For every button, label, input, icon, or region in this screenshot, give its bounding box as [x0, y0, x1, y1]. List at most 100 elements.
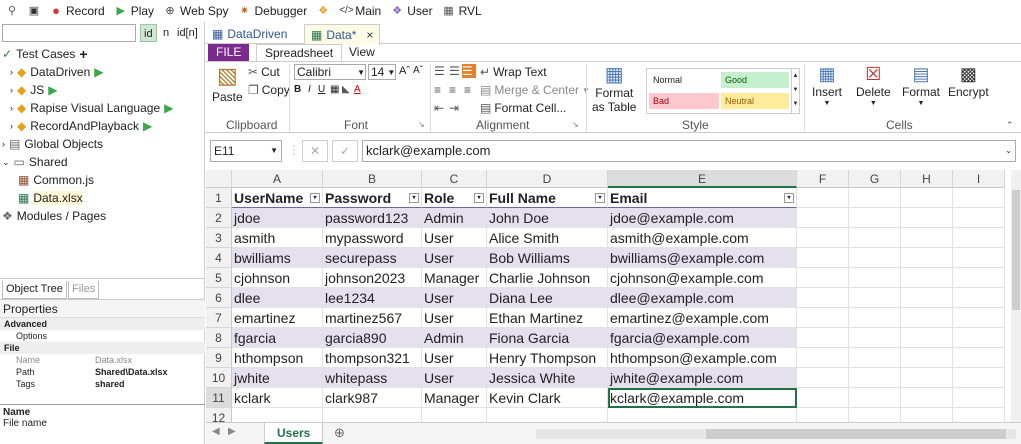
- rvl-button[interactable]: ▦ RVL: [441, 1, 488, 21]
- expand-icon[interactable]: ›: [2, 139, 5, 149]
- row-header-8[interactable]: 8: [206, 328, 232, 348]
- table-cell[interactable]: hthompson: [232, 348, 323, 368]
- collapse-icon[interactable]: ⌄: [2, 157, 10, 168]
- empty-cell[interactable]: [797, 288, 849, 308]
- tree-node-global-objects[interactable]: › ▤ Global Objects: [2, 135, 103, 153]
- empty-cell[interactable]: [849, 328, 901, 348]
- empty-cell[interactable]: [953, 268, 1005, 288]
- prop-group-file[interactable]: File: [0, 342, 205, 354]
- table-cell[interactable]: Alice Smith: [487, 228, 608, 248]
- empty-cell[interactable]: [797, 208, 849, 228]
- empty-cell[interactable]: [849, 188, 901, 208]
- run-icon[interactable]: ▶: [48, 83, 57, 97]
- paste-button[interactable]: ▧ Paste: [212, 64, 243, 105]
- tab-spreadsheet[interactable]: Spreadsheet: [256, 44, 343, 61]
- empty-cell[interactable]: [849, 348, 901, 368]
- font-color-icon[interactable]: A: [354, 84, 361, 95]
- tree-node-record-playback[interactable]: › ◆ RecordAndPlayback ▶: [10, 117, 152, 135]
- header-cell[interactable]: Email ▾: [608, 188, 797, 208]
- table-cell[interactable]: clark987: [323, 388, 422, 408]
- table-cell[interactable]: cjohnson@example.com: [608, 268, 797, 288]
- close-icon[interactable]: ×: [366, 28, 373, 42]
- empty-cell[interactable]: [797, 268, 849, 288]
- dialog-launcher-icon[interactable]: ↘: [418, 120, 425, 129]
- indent-increase-icon[interactable]: ⇥: [449, 101, 459, 115]
- filter-dropdown-icon[interactable]: ▾: [474, 193, 484, 203]
- table-cell[interactable]: fgarcia@example.com: [608, 328, 797, 348]
- style-good[interactable]: Good: [721, 72, 789, 88]
- puzzle-button[interactable]: ❖: [315, 1, 335, 21]
- column-header-f[interactable]: F: [797, 170, 849, 188]
- doc-tab-data[interactable]: ▦ Data* ×: [304, 24, 381, 45]
- empty-cell[interactable]: [901, 308, 953, 328]
- row-header-1[interactable]: 1: [206, 188, 232, 208]
- table-cell[interactable]: Manager: [422, 268, 487, 288]
- table-cell[interactable]: johnson2023: [323, 268, 422, 288]
- run-icon[interactable]: ▶: [143, 119, 152, 133]
- row-header-5[interactable]: 5: [206, 268, 232, 288]
- empty-cell[interactable]: [901, 228, 953, 248]
- table-cell[interactable]: User: [422, 228, 487, 248]
- table-cell[interactable]: Admin: [422, 328, 487, 348]
- table-cell[interactable]: bwilliams@example.com: [608, 248, 797, 268]
- object-search-input[interactable]: [2, 24, 136, 42]
- column-header-b[interactable]: B: [323, 170, 422, 188]
- empty-cell[interactable]: [953, 388, 1005, 408]
- expand-icon[interactable]: ›: [10, 85, 13, 95]
- empty-cell[interactable]: [849, 268, 901, 288]
- table-cell[interactable]: User: [422, 288, 487, 308]
- encrypt-button[interactable]: ▩ Encrypt: [948, 64, 989, 99]
- table-cell[interactable]: Manager: [422, 388, 487, 408]
- formula-input[interactable]: kclark@example.com ⌄: [362, 140, 1016, 162]
- tree-node-modules-pages[interactable]: ❖ Modules / Pages: [2, 207, 106, 225]
- table-cell[interactable]: whitepass: [323, 368, 422, 388]
- font-name-select[interactable]: Calibri ▼: [294, 64, 366, 80]
- save-tool-button[interactable]: ▣: [26, 1, 46, 21]
- table-cell[interactable]: bwilliams: [232, 248, 323, 268]
- table-cell[interactable]: Henry Thompson: [487, 348, 608, 368]
- expand-icon[interactable]: ›: [10, 121, 13, 131]
- table-cell[interactable]: User: [422, 248, 487, 268]
- empty-cell[interactable]: [849, 248, 901, 268]
- vertical-scrollbar[interactable]: [1011, 170, 1021, 422]
- border-icon[interactable]: ▦: [330, 84, 339, 95]
- table-cell[interactable]: mypassword: [323, 228, 422, 248]
- table-cell[interactable]: Bob Williams: [487, 248, 608, 268]
- insert-button[interactable]: ▦ Insert ▼: [812, 64, 842, 107]
- table-cell[interactable]: Fiona Garcia: [487, 328, 608, 348]
- delete-button[interactable]: ☒ Delete ▼: [856, 64, 891, 107]
- tab-view[interactable]: View: [341, 44, 383, 61]
- empty-cell[interactable]: [797, 368, 849, 388]
- prop-row-name[interactable]: Name Data.xlsx: [0, 354, 205, 366]
- row-header-11[interactable]: 11: [206, 388, 232, 408]
- select-all-corner[interactable]: [206, 170, 232, 188]
- table-cell[interactable]: User: [422, 368, 487, 388]
- table-cell[interactable]: User: [422, 348, 487, 368]
- empty-cell[interactable]: [953, 288, 1005, 308]
- table-cell[interactable]: emartinez: [232, 308, 323, 328]
- indent-decrease-icon[interactable]: ⇤: [434, 101, 444, 115]
- empty-cell[interactable]: [953, 228, 1005, 248]
- underline-icon[interactable]: U: [318, 84, 325, 95]
- fill-color-icon[interactable]: ◣: [342, 84, 350, 95]
- copy-button[interactable]: ❐ Copy: [248, 83, 290, 97]
- empty-cell[interactable]: [901, 268, 953, 288]
- table-cell[interactable]: martinez567: [323, 308, 422, 328]
- gallery-scroll[interactable]: ▲ ▼ ▼: [791, 69, 799, 113]
- table-cell[interactable]: jdoe@example.com: [608, 208, 797, 228]
- n-toggle[interactable]: n: [160, 24, 172, 42]
- idn-toggle[interactable]: id[n]: [174, 24, 201, 42]
- row-header-4[interactable]: 4: [206, 248, 232, 268]
- filter-dropdown-icon[interactable]: ▾: [595, 193, 605, 203]
- table-cell[interactable]: emartinez@example.com: [608, 308, 797, 328]
- table-cell[interactable]: kclark: [232, 388, 323, 408]
- table-cell[interactable]: asmith@example.com: [608, 228, 797, 248]
- empty-cell[interactable]: [797, 348, 849, 368]
- column-header-h[interactable]: H: [901, 170, 953, 188]
- row-header-3[interactable]: 3: [206, 228, 232, 248]
- record-button[interactable]: ● Record: [48, 1, 111, 21]
- table-cell[interactable]: cjohnson: [232, 268, 323, 288]
- table-cell[interactable]: John Doe: [487, 208, 608, 228]
- table-cell[interactable]: hthompson@example.com: [608, 348, 797, 368]
- tab-file[interactable]: FILE: [208, 44, 250, 61]
